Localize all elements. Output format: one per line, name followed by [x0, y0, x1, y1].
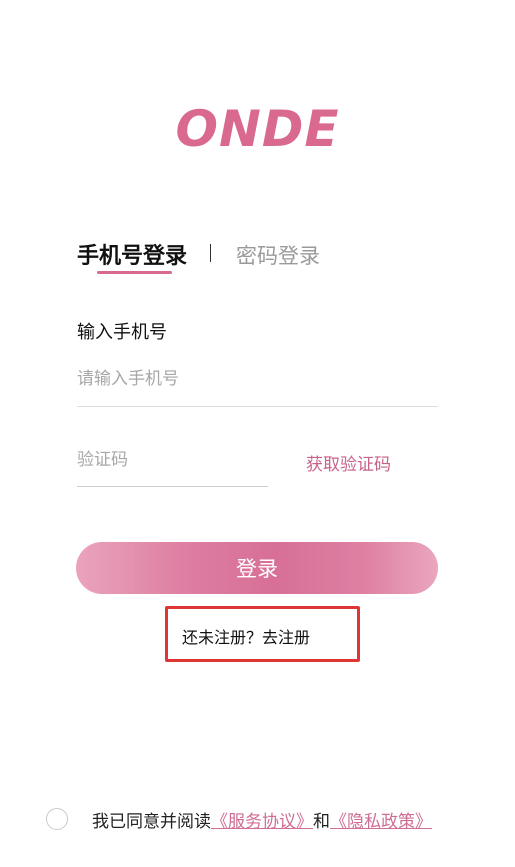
tab-divider [210, 244, 211, 262]
tab-phone-login[interactable]: 手机号登录 [77, 238, 187, 270]
active-tab-indicator [97, 271, 172, 274]
app-logo: ONDE [175, 100, 340, 158]
verification-code-input[interactable] [77, 444, 267, 476]
privacy-policy-link[interactable]: 《隐私政策》 [330, 807, 432, 832]
tab-password-login[interactable]: 密码登录 [236, 240, 320, 270]
phone-input-underline [77, 406, 438, 407]
phone-label: 输入手机号 [77, 322, 167, 343]
phone-input[interactable] [77, 363, 438, 395]
get-code-button[interactable]: 获取验证码 [306, 450, 391, 475]
register-link[interactable]: 还未注册？去注册 [182, 624, 310, 648]
agreement-radio[interactable] [46, 808, 68, 830]
agreement-and-text: 和 [313, 812, 330, 832]
agreement-row: 我已同意并阅读《服务协议》和《隐私政策》 [92, 807, 432, 833]
login-button[interactable]: 登录 [76, 542, 438, 594]
service-agreement-link[interactable]: 《服务协议》 [211, 807, 313, 832]
agreement-text: 我已同意并阅读 [92, 812, 211, 832]
code-input-underline [77, 486, 268, 487]
